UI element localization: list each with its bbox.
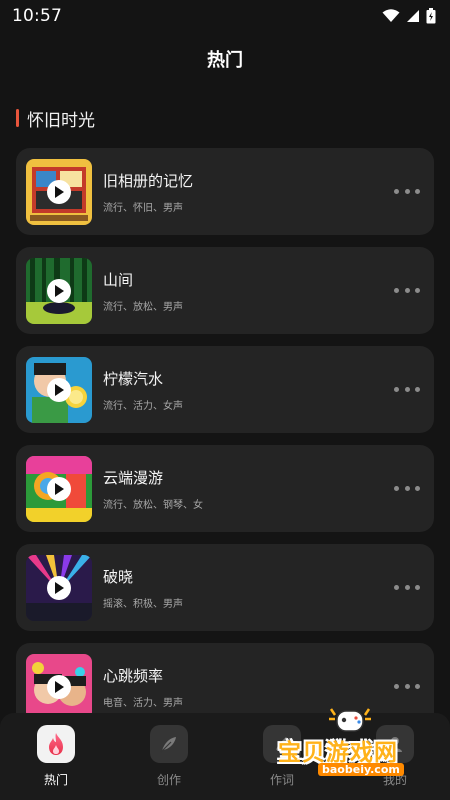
song-cover[interactable]	[26, 159, 92, 225]
feather-icon	[160, 737, 176, 753]
song-title: 旧相册的记忆	[103, 172, 194, 190]
song-cover[interactable]	[26, 456, 92, 522]
flame-icon	[49, 733, 63, 755]
play-icon	[55, 384, 64, 396]
song-tags: 电音、活力、男声	[103, 698, 183, 709]
play-button[interactable]	[47, 279, 71, 303]
song-cover[interactable]	[26, 654, 92, 720]
song-tags: 流行、怀旧、男声	[103, 203, 183, 214]
play-button[interactable]	[47, 180, 71, 204]
status-time: 10:57	[12, 6, 62, 26]
watermark: 宝贝游戏网 baobeiy.com	[272, 705, 442, 785]
song-title: 云端漫游	[103, 469, 164, 487]
play-button[interactable]	[47, 576, 71, 600]
play-icon	[55, 582, 64, 594]
play-button[interactable]	[47, 675, 71, 699]
song-card[interactable]: 柠檬汽水 流行、活力、女声	[16, 346, 434, 433]
song-cover[interactable]	[26, 555, 92, 621]
status-bar: 10:57	[0, 0, 450, 32]
song-title: 山间	[103, 271, 134, 289]
song-card[interactable]: 旧相册的记忆 流行、怀旧、男声	[16, 148, 434, 235]
section-header: 怀旧时光	[16, 106, 95, 131]
nav-label-hot: 热门	[43, 773, 68, 787]
more-options-button[interactable]	[394, 182, 420, 200]
page-title: 热门	[207, 50, 243, 71]
play-icon	[55, 681, 64, 693]
song-tags: 摇滚、积极、男声	[103, 599, 183, 610]
song-title: 柠檬汽水	[103, 370, 164, 388]
song-tags: 流行、放松、男声	[103, 302, 183, 313]
wifi-icon	[382, 9, 400, 22]
battery-icon	[426, 8, 436, 24]
song-tags: 流行、活力、女声	[103, 401, 183, 412]
nav-icon-create[interactable]	[150, 725, 188, 763]
more-options-button[interactable]	[394, 578, 420, 596]
more-options-button[interactable]	[394, 380, 420, 398]
play-icon	[55, 186, 64, 198]
song-title: 破晓	[103, 568, 134, 586]
song-card[interactable]: 山间 流行、放松、男声	[16, 247, 434, 334]
section-accent-bar	[16, 109, 19, 127]
play-icon	[55, 285, 64, 297]
nav-label-create: 创作	[156, 773, 181, 787]
play-icon	[55, 483, 64, 495]
nav-item-hot[interactable]: 热门	[16, 725, 96, 788]
status-icons	[382, 8, 436, 24]
nav-icon-hot[interactable]	[37, 725, 75, 763]
more-options-button[interactable]	[394, 677, 420, 695]
more-options-button[interactable]	[394, 281, 420, 299]
song-tags: 流行、放松、钢琴、女	[103, 500, 203, 511]
song-cover[interactable]	[26, 357, 92, 423]
more-options-button[interactable]	[394, 479, 420, 497]
song-card[interactable]: 破晓 摇滚、积极、男声	[16, 544, 434, 631]
nav-item-create[interactable]: 创作	[129, 725, 209, 788]
signal-icon	[407, 10, 419, 22]
watermark-text: 宝贝游戏网	[278, 740, 398, 766]
header: 热门	[0, 42, 450, 76]
play-button[interactable]	[47, 378, 71, 402]
play-button[interactable]	[47, 477, 71, 501]
song-list: 旧相册的记忆 流行、怀旧、男声 山间 流行、放松、男声 柠檬汽水 流行、活力、女…	[16, 148, 434, 742]
song-cover[interactable]	[26, 258, 92, 324]
song-title: 心跳频率	[103, 667, 164, 685]
watermark-url: baobeiy.com	[318, 763, 404, 776]
song-card[interactable]: 云端漫游 流行、放松、钢琴、女	[16, 445, 434, 532]
section-title: 怀旧时光	[27, 110, 95, 131]
